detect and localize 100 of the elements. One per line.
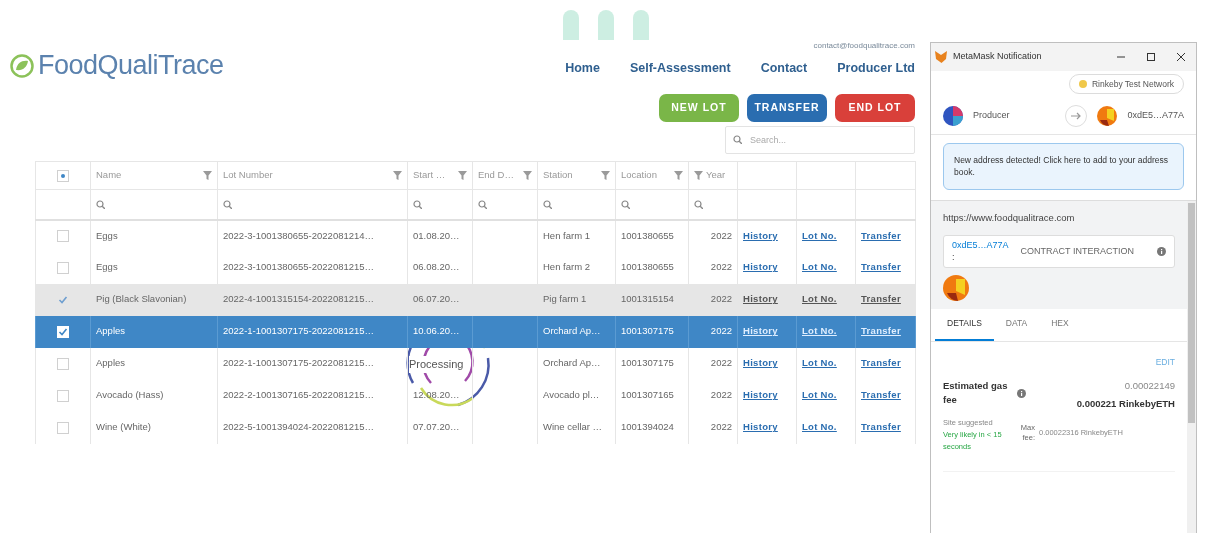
table-cell: 1001307175 [621,325,674,337]
nav-link[interactable]: Contact [760,59,808,78]
search-icon[interactable] [96,199,105,209]
table-cell: 2022 [710,389,732,401]
loading-text: Processing [409,356,464,373]
table-cell: Hen farm 2 [543,261,590,273]
gas-fee-label: Estimated gas fee [943,378,1009,407]
info-icon[interactable] [1157,247,1166,257]
table-cell: Orchard Ap… [543,325,601,337]
search-icon[interactable] [478,199,487,209]
table-row[interactable]: Eggs 2022-3-1001380655-2022081215… 06.08.20… Hen farm 2 1001380655 2022 History Lot No. Transfer [35,251,916,284]
table-cell: 2022-5-1001394024-2022081215… [223,421,375,433]
table-link[interactable]: Lot No. [802,389,837,401]
table-cell: Wine (White) [96,421,151,433]
table-cell: Apples [96,325,126,337]
table-link[interactable]: History [743,261,778,273]
scrollbar[interactable] [1187,200,1196,533]
contract-avatar [943,275,969,302]
row-checkbox[interactable] [57,421,69,434]
table-row[interactable]: Pig (Black Slavonian) 2022-4-1001315154-2022081215… 06.07.20… Pig farm 1 1001315154 2022 History Lot No. Transfer [35,283,916,316]
row-checkbox[interactable] [57,261,69,274]
table-link[interactable]: History [743,357,778,369]
account-avatar [1097,105,1118,126]
filter-icon[interactable] [674,171,683,180]
table-cell: Hen farm 1 [543,229,590,241]
tab[interactable]: DETAILS [935,309,994,341]
search-icon [733,135,742,144]
action-button[interactable]: END LOT [835,94,915,122]
table-cell: 07.07.20… [413,421,460,433]
table-cell: Eggs [96,261,118,273]
table-cell: 01.08.20… [413,229,460,241]
table-link[interactable]: History [743,293,778,305]
network-dot [1078,80,1087,88]
select-all-checkbox[interactable] [57,169,69,182]
table-link[interactable]: Lot No. [802,229,837,241]
filter-icon[interactable] [694,171,703,180]
table-link[interactable]: History [743,421,778,433]
table-cell: Avocado (Hass) [96,389,164,401]
info-icon[interactable] [1017,388,1026,398]
action-button[interactable]: TRANSFER [747,94,827,122]
column-header: Start … [413,168,446,183]
network-selector[interactable]: Rinkeby Test Network [1068,74,1184,94]
table-row[interactable]: Apples 2022-1-1001307175-2022081215… 10.06.20… Orchard Ap… 1001307175 2022 History Lot No. Transfer [35,315,916,348]
table-link[interactable]: Transfer [861,229,901,241]
account-address: 0xdE5…A77A [1127,108,1184,122]
tab[interactable]: DATA [993,309,1040,341]
table-cell: 1001380655 [621,261,674,273]
table-link[interactable]: Lot No. [802,421,837,433]
account-avatar [943,105,963,126]
row-checkbox[interactable] [57,389,69,402]
table-cell: 1001307165 [621,389,674,401]
table-link[interactable]: Transfer [861,389,901,401]
filter-icon[interactable] [393,171,402,180]
table-link[interactable]: History [743,325,778,337]
table-link[interactable]: History [743,229,778,241]
search-icon[interactable] [621,199,630,209]
search-icon[interactable] [223,199,232,209]
table-link[interactable]: Lot No. [802,357,837,369]
search-icon[interactable] [413,199,422,209]
table-cell: 2022-3-1001380655-2022081214… [223,229,375,241]
table-cell: 06.08.20… [413,261,460,273]
search-icon[interactable] [694,199,703,209]
table-cell: 2022-1-1001307175-2022081215… [223,357,375,369]
row-checkbox[interactable] [57,230,69,243]
table-link[interactable]: Lot No. [802,293,837,305]
table-cell: Pig farm 1 [543,293,587,305]
table-row[interactable]: Eggs 2022-3-1001380655-2022081214… 01.08.20… Hen farm 1 1001380655 2022 History Lot No. Transfer [35,219,916,252]
nav-link[interactable]: Home [565,59,600,78]
table-link[interactable]: Transfer [861,357,901,369]
table-link[interactable]: Lot No. [802,261,837,273]
table-link[interactable]: Transfer [861,261,901,273]
table-row[interactable]: Wine (White) 2022-5-1001394024-2022081215… 07.07.20… Wine cellar … 1001394024 2022 History Lot No. Transfer [35,411,916,444]
column-header: Station [543,168,573,183]
filter-icon[interactable] [458,171,467,180]
table-cell: 1001380655 [621,229,674,241]
table-cell: 1001315154 [621,293,674,305]
table-link[interactable]: Transfer [861,325,901,337]
table-link[interactable]: History [743,389,778,401]
search-icon[interactable] [543,199,552,209]
row-checkbox[interactable] [57,357,69,370]
table-cell: Avocado pl… [543,389,600,401]
address-alert[interactable]: New address detected! Click here to add to your address book. [943,143,1184,190]
filter-icon[interactable] [203,171,212,180]
contract-address[interactable]: 0xdE5…A77A [952,239,1009,252]
nav-link[interactable]: Producer Ltd [837,59,915,78]
table-link[interactable]: Lot No. [802,325,837,337]
tab[interactable]: HEX [1039,309,1081,341]
site-origin: https://www.foodqualitrace.com [943,210,1076,225]
gas-fee-amount: 0.000221 RinkebyETH [1076,397,1175,411]
nav-link[interactable]: Self-Assessment [629,59,731,78]
filter-icon[interactable] [601,171,610,180]
table-cell: 2022-4-1001315154-2022081215… [223,293,375,305]
table-link[interactable]: Transfer [861,421,901,433]
search-field[interactable]: Search... [725,126,915,154]
filter-icon[interactable] [523,171,532,180]
table-cell: 2022-2-1001307165-2022081215… [223,389,375,401]
table-cell: 1001307175 [621,357,674,369]
table-cell: Eggs [96,229,118,241]
close-icon [1176,52,1186,62]
table-link[interactable]: Transfer [861,293,901,305]
